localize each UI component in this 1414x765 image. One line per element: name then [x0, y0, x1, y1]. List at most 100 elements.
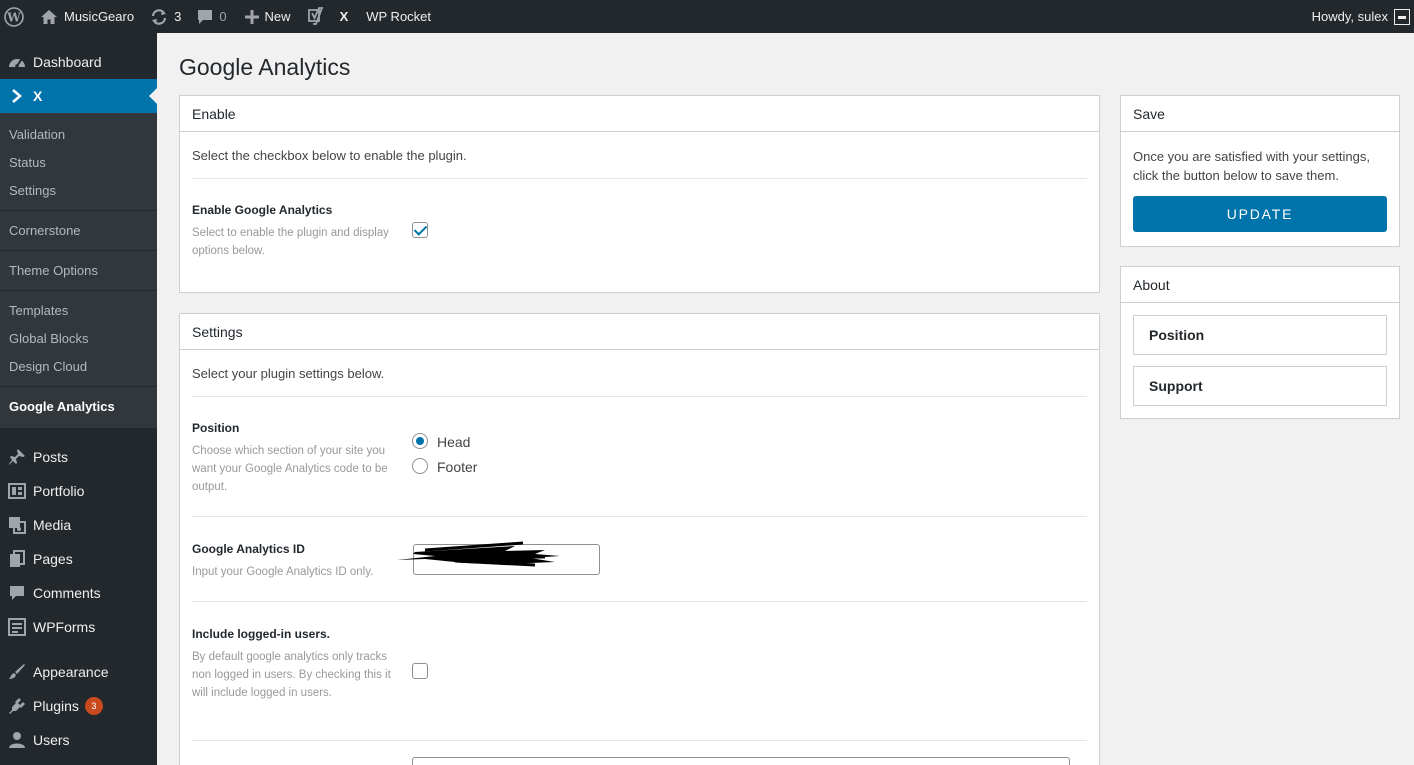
logged-in-checkbox[interactable] [412, 663, 428, 679]
plus-icon [244, 9, 259, 24]
menu-plugins[interactable]: Plugins 3 [0, 689, 157, 723]
about-support-button[interactable]: Support [1133, 366, 1387, 406]
enable-ga-checkbox[interactable] [412, 222, 428, 238]
site-name: MusicGearo [64, 9, 135, 24]
save-panel: Save Once you are satisfied with your se… [1120, 95, 1400, 247]
submenu-design-cloud[interactable]: Design Cloud [0, 352, 157, 380]
home-icon [40, 9, 58, 25]
divider [192, 396, 1087, 397]
portfolio-icon [0, 482, 33, 500]
menu-posts-label: Posts [33, 449, 69, 465]
menu-users-label: Users [33, 732, 70, 748]
enable-ga-help: Select to enable the plugin and display … [192, 227, 389, 257]
yoast-seo-menu[interactable] [307, 0, 325, 33]
comments-count: 0 [219, 9, 227, 24]
comment-icon [197, 9, 213, 25]
next-field-input[interactable] [412, 757, 1070, 765]
x-label: X [339, 9, 349, 24]
enable-panel-description: Select the checkbox below to enable the … [192, 148, 467, 163]
about-position-button[interactable]: Position [1133, 315, 1387, 355]
refresh-icon [150, 8, 168, 25]
position-footer-radio[interactable] [412, 458, 428, 474]
redaction-scribble [397, 541, 560, 567]
menu-wpforms[interactable]: WPForms [0, 610, 157, 644]
menu-pages-label: Pages [33, 551, 73, 567]
position-footer-label: Footer [437, 459, 478, 475]
about-panel: About Position Support [1120, 266, 1400, 419]
chevron-right-icon [0, 89, 33, 103]
divider [192, 601, 1087, 602]
menu-portfolio-label: Portfolio [33, 483, 85, 499]
update-button[interactable]: UPDATE [1133, 196, 1387, 232]
settings-panel-description: Select your plugin settings below. [192, 366, 385, 381]
menu-posts[interactable]: Posts [0, 440, 157, 474]
avatar [1394, 8, 1410, 25]
enable-ga-label: Enable Google Analytics [192, 203, 333, 217]
menu-dashboard[interactable]: Dashboard [0, 45, 157, 79]
menu-comments[interactable]: Comments [0, 576, 157, 610]
enable-panel: Enable Select the checkbox below to enab… [179, 95, 1100, 293]
x-theme-menu[interactable]: X [340, 0, 349, 33]
position-label: Position [192, 421, 240, 435]
pages-icon [0, 550, 33, 568]
menu-media[interactable]: Media [0, 508, 157, 542]
wp-rocket-menu[interactable]: WP Rocket [366, 0, 431, 33]
menu-pages[interactable]: Pages [0, 542, 157, 576]
submenu-settings[interactable]: Settings [0, 176, 157, 204]
dashboard-icon [0, 54, 33, 70]
yoast-icon [307, 6, 325, 27]
comments-icon [0, 584, 33, 602]
save-panel-text: Once you are satisfied with your setting… [1133, 149, 1371, 183]
divider [192, 516, 1087, 517]
submenu-templates[interactable]: Templates [0, 296, 157, 324]
my-account-menu[interactable]: Howdy, sulex [1312, 0, 1414, 33]
admin-bar: W MusicGearo 3 0 New X WP Rocket Howdy, … [0, 0, 1414, 33]
divider [192, 178, 1087, 179]
menu-appearance-label: Appearance [33, 664, 109, 680]
submenu-cornerstone[interactable]: Cornerstone [0, 216, 157, 244]
ga-id-help: Input your Google Analytics ID only. [192, 566, 374, 578]
page-title: Google Analytics [179, 54, 351, 80]
site-name-link[interactable]: MusicGearo [40, 0, 134, 33]
x-submenu: Validation Status Settings Cornerstone T… [0, 113, 157, 428]
updates-count: 3 [174, 9, 182, 24]
wp-rocket-label: WP Rocket [366, 9, 432, 24]
menu-x[interactable]: X [0, 79, 157, 113]
admin-sidebar: Dashboard X Validation Status Settings C… [0, 33, 157, 765]
updates-link[interactable]: 3 [150, 0, 181, 33]
position-head-radio[interactable] [412, 433, 428, 449]
submenu-status[interactable]: Status [0, 148, 157, 176]
new-content-link[interactable]: New [244, 0, 291, 33]
logged-in-label: Include logged-in users. [192, 627, 331, 641]
new-label: New [264, 9, 291, 24]
submenu-global-blocks[interactable]: Global Blocks [0, 324, 157, 352]
menu-portfolio[interactable]: Portfolio [0, 474, 157, 508]
menu-dashboard-label: Dashboard [33, 54, 102, 70]
submenu-divider [0, 290, 157, 291]
menu-x-label: X [33, 88, 43, 104]
menu-appearance[interactable]: Appearance [0, 655, 157, 689]
menu-media-label: Media [33, 517, 72, 533]
settings-panel: Settings Select your plugin settings bel… [179, 313, 1100, 765]
position-head-label: Head [437, 434, 471, 450]
settings-panel-title: Settings [180, 314, 1099, 350]
media-icon [0, 516, 33, 534]
menu-users[interactable]: Users [0, 723, 157, 757]
svg-text:W: W [6, 10, 21, 24]
wpforms-icon [0, 618, 33, 636]
ga-id-input[interactable] [397, 541, 600, 575]
submenu-theme-options[interactable]: Theme Options [0, 256, 157, 284]
menu-plugins-label: Plugins [33, 698, 79, 714]
users-icon [0, 731, 33, 749]
submenu-validation[interactable]: Validation [0, 120, 157, 148]
paintbrush-icon [0, 663, 33, 681]
ga-id-label: Google Analytics ID [192, 542, 305, 556]
submenu-divider [0, 210, 157, 211]
menu-comments-label: Comments [33, 585, 101, 601]
submenu-google-analytics[interactable]: Google Analytics [0, 392, 157, 420]
about-panel-title: About [1121, 267, 1399, 303]
comments-link[interactable]: 0 [197, 0, 227, 33]
wordpress-logo-menu[interactable]: W [0, 0, 28, 33]
menu-wpforms-label: WPForms [33, 619, 96, 635]
enable-panel-title: Enable [180, 96, 1099, 132]
